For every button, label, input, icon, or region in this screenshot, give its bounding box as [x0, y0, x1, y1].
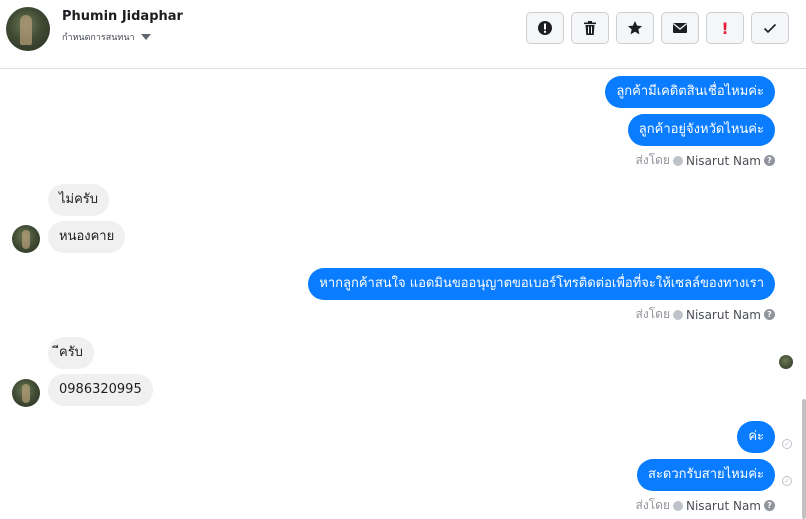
- delivered-check-icon: ✓: [782, 476, 792, 486]
- contact-name[interactable]: Phumin Jidaphar: [62, 9, 183, 24]
- alert-circle-icon: [538, 21, 552, 35]
- sent-by-text: ส่งโดย: [635, 307, 670, 321]
- mark-unread-button[interactable]: [661, 12, 699, 44]
- message-incoming[interactable]: ไม่ครับ: [48, 184, 110, 216]
- envelope-icon: [673, 23, 687, 33]
- agent-avatar-icon: [673, 309, 683, 320]
- message-outgoing[interactable]: หากลูกค้าสนใจ แอดมินขออนุญาตขอเบอร์โทรติ…: [308, 268, 775, 300]
- message-outgoing[interactable]: สะดวกรับสายไหมค่ะ: [637, 459, 775, 491]
- sent-by-label: ส่งโดย Nisarut Nam ?: [636, 305, 775, 324]
- agent-name[interactable]: Nisarut Nam: [686, 499, 761, 513]
- message-incoming[interactable]: หนองคาย: [48, 221, 126, 253]
- message-incoming[interactable]: ีครับ: [48, 337, 94, 369]
- mark-done-button[interactable]: [751, 12, 789, 44]
- message-thread: ลูกค้ามีเคดิตสินเชื่อไหมค่ะ ลูกค้าอยู่จั…: [0, 69, 806, 519]
- sent-by-text: ส่งโดย: [635, 153, 670, 167]
- check-icon: [763, 23, 777, 34]
- assign-label: กำหนดการสนทนา: [62, 33, 135, 43]
- scrollbar[interactable]: [802, 399, 806, 519]
- contact-avatar-small[interactable]: [12, 379, 40, 407]
- help-icon[interactable]: ?: [764, 500, 775, 511]
- agent-avatar-icon: [673, 155, 683, 166]
- message-outgoing[interactable]: ลูกค้าอยู่จังหวัดไหนค่ะ: [627, 114, 775, 146]
- sent-by-label: ส่งโดย Nisarut Nam ?: [636, 496, 775, 515]
- star-icon: [627, 21, 643, 35]
- exclamation-icon: !: [721, 18, 729, 38]
- seen-avatar-icon: [779, 355, 793, 369]
- contact-avatar-small[interactable]: [12, 225, 40, 253]
- delivered-check-icon: ✓: [782, 439, 792, 449]
- help-icon[interactable]: ?: [764, 309, 775, 320]
- sent-by-text: ส่งโดย: [635, 498, 670, 512]
- message-incoming[interactable]: 0986320995: [48, 374, 153, 406]
- help-icon[interactable]: ?: [764, 155, 775, 166]
- star-button[interactable]: [616, 12, 654, 44]
- delete-button[interactable]: [571, 12, 609, 44]
- sent-by-label: ส่งโดย Nisarut Nam ?: [636, 151, 775, 170]
- assign-conversation-dropdown[interactable]: กำหนดการสนทนา: [62, 30, 151, 44]
- conversation-header: Phumin Jidaphar กำหนดการสนทนา !: [0, 0, 806, 69]
- caret-down-icon: [140, 34, 151, 40]
- conversation-toolbar: !: [526, 12, 789, 44]
- follow-up-button[interactable]: [526, 12, 564, 44]
- spam-button[interactable]: !: [706, 12, 744, 44]
- agent-name[interactable]: Nisarut Nam: [686, 154, 761, 168]
- agent-name[interactable]: Nisarut Nam: [686, 308, 761, 322]
- contact-avatar[interactable]: [6, 7, 50, 51]
- message-outgoing[interactable]: ค่ะ: [737, 421, 775, 453]
- message-outgoing[interactable]: ลูกค้ามีเคดิตสินเชื่อไหมค่ะ: [605, 76, 775, 108]
- trash-icon: [584, 21, 596, 35]
- agent-avatar-icon: [673, 500, 683, 511]
